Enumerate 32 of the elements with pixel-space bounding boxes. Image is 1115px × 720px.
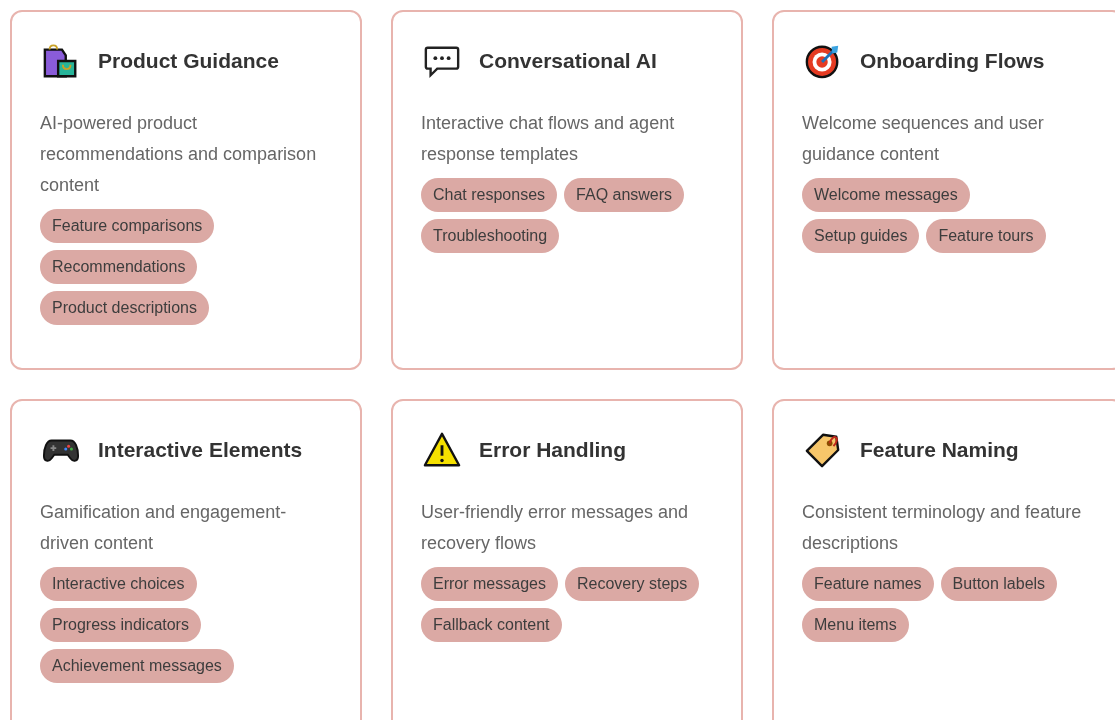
warning-icon bbox=[423, 431, 461, 469]
tag: Achievement messages bbox=[40, 649, 234, 683]
tag: FAQ answers bbox=[564, 178, 685, 212]
tag: Recommendations bbox=[40, 250, 198, 284]
tag: Troubleshooting bbox=[421, 219, 560, 253]
card-title: Error Handling bbox=[479, 438, 626, 462]
tag: Fallback content bbox=[421, 608, 562, 642]
card-title: Product Guidance bbox=[98, 49, 279, 73]
card-description: Interactive chat flows and agent response templates bbox=[421, 112, 676, 166]
tag: Setup guides bbox=[802, 219, 920, 253]
tag: Interactive choices bbox=[40, 567, 197, 601]
card-description: User-friendly error messages and recovery flows bbox=[421, 501, 690, 555]
tag: Feature comparisons bbox=[40, 209, 215, 243]
tag-icon bbox=[804, 431, 842, 469]
tag: Product descriptions bbox=[40, 291, 209, 325]
tag: Progress indicators bbox=[40, 608, 201, 642]
tag: Button labels bbox=[940, 567, 1058, 601]
card-description: Gamification and engagement-driven content bbox=[40, 501, 288, 555]
card-description: Consistent terminology and feature descriptions bbox=[802, 501, 1083, 555]
card-title: Interactive Elements bbox=[98, 438, 303, 462]
card-title: Onboarding Flows bbox=[860, 49, 1045, 73]
tag: Menu items bbox=[802, 608, 909, 642]
card-title: Feature Naming bbox=[860, 438, 1019, 462]
tag: Feature names bbox=[802, 567, 934, 601]
tag: Recovery steps bbox=[564, 567, 700, 601]
tag: Feature tours bbox=[926, 219, 1046, 253]
tag: Error messages bbox=[421, 567, 558, 601]
tag: Welcome messages bbox=[802, 178, 970, 212]
tag: Chat responses bbox=[421, 178, 558, 212]
card-title: Conversational AI bbox=[479, 49, 657, 73]
card-description: Welcome sequences and user guidance content bbox=[802, 112, 1045, 166]
card-description: AI-powered product recommendations and comparison content bbox=[40, 112, 318, 197]
